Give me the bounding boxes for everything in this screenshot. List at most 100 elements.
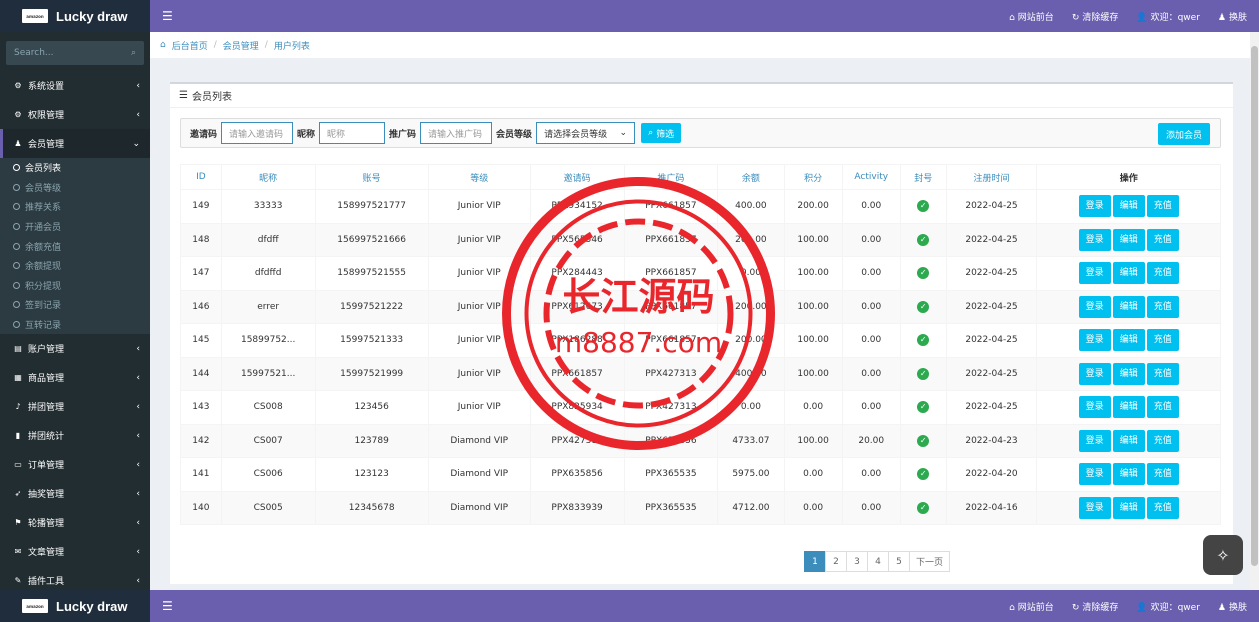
chevron-left-icon: ‹ <box>136 372 140 383</box>
submenu-item[interactable]: 开通会员 <box>0 217 150 237</box>
page-button[interactable]: 3 <box>846 551 868 572</box>
column-header[interactable]: ID <box>180 164 222 190</box>
submenu-item[interactable]: 推荐关系 <box>0 197 150 217</box>
submenu-item[interactable]: 会员列表 <box>0 158 150 178</box>
column-header[interactable]: Activity <box>841 164 901 190</box>
sidebar-item[interactable]: ▭ 订单管理 ‹ <box>0 450 150 479</box>
column-header[interactable]: 推广码 <box>623 164 719 190</box>
breadcrumb-item-members[interactable]: 会员管理 <box>223 39 259 52</box>
site-front-link[interactable]: ⌂ 网站前台 <box>1009 10 1054 23</box>
login-button[interactable]: 登录 <box>1078 329 1111 352</box>
column-header[interactable]: 积分 <box>783 164 843 190</box>
sidebar-item[interactable]: ➶ 抽奖管理 ‹ <box>0 479 150 508</box>
recharge-button[interactable]: 充值 <box>1146 329 1179 352</box>
table-cell: Junior VIP <box>427 390 531 425</box>
magic-wand-icon: ✧ <box>1216 545 1230 565</box>
sidebar-item[interactable]: ⚑ 轮播管理 ‹ <box>0 508 150 537</box>
login-button[interactable]: 登录 <box>1078 496 1111 519</box>
recharge-button[interactable]: 充值 <box>1146 228 1179 251</box>
brand-logo[interactable]: amazon Lucky draw <box>0 0 150 32</box>
edit-button[interactable]: 编辑 <box>1112 228 1145 251</box>
scrollbar-thumb[interactable] <box>1251 46 1258 566</box>
submenu-item[interactable]: 互转记录 <box>0 315 150 335</box>
recharge-button[interactable]: 充值 <box>1146 262 1179 285</box>
invite-code-input[interactable]: 请输入邀请码 <box>221 122 294 144</box>
breadcrumb-item-user-list[interactable]: 用户列表 <box>274 39 310 52</box>
login-button[interactable]: 登录 <box>1078 396 1111 419</box>
brand-logo-bottom[interactable]: amazon Lucky draw <box>0 590 150 622</box>
sidebar-item[interactable]: ▮ 拼团统计 ‹ <box>0 421 150 450</box>
user-menu[interactable]: 👤 欢迎：qwer <box>1136 600 1200 613</box>
user-menu[interactable]: 👤 欢迎：qwer <box>1136 10 1200 23</box>
sidebar-item[interactable]: ▤ 账户管理 ‹ <box>0 334 150 363</box>
edit-button[interactable]: 编辑 <box>1112 295 1145 318</box>
page-button[interactable]: 5 <box>888 551 910 572</box>
recharge-button[interactable]: 充值 <box>1146 496 1179 519</box>
clear-cache-link[interactable]: ↻ 清除缓存 <box>1072 600 1119 613</box>
status-cell: ✓ <box>899 189 947 224</box>
sidebar-item[interactable]: ▦ 商品管理 ‹ <box>0 363 150 392</box>
submenu-item[interactable]: 余额充值 <box>0 236 150 256</box>
skin-link[interactable]: ♟ 换肤 <box>1218 600 1247 613</box>
column-header[interactable]: 注册时间 <box>945 164 1038 190</box>
login-button[interactable]: 登录 <box>1078 262 1111 285</box>
recharge-button[interactable]: 充值 <box>1146 396 1179 419</box>
page-button[interactable]: 1 <box>804 551 826 572</box>
sidebar-search-input[interactable]: Search... ⌕ <box>6 41 144 65</box>
submenu-item[interactable]: 签到记录 <box>0 295 150 315</box>
column-header[interactable]: 余额 <box>717 164 785 190</box>
login-button[interactable]: 登录 <box>1078 195 1111 218</box>
clear-cache-link[interactable]: ↻ 清除缓存 <box>1072 10 1119 23</box>
magic-wand-button[interactable]: ✧ <box>1203 535 1243 575</box>
login-button[interactable]: 登录 <box>1078 429 1111 452</box>
skin-link[interactable]: ♟ 换肤 <box>1218 10 1247 23</box>
edit-button[interactable]: 编辑 <box>1112 396 1145 419</box>
column-header[interactable]: 昵称 <box>220 164 316 190</box>
bars-icon[interactable]: ☰ <box>162 599 173 613</box>
sidebar-item[interactable]: ♪ 拼团管理 ‹ <box>0 392 150 421</box>
edit-button[interactable]: 编辑 <box>1112 496 1145 519</box>
login-button[interactable]: 登录 <box>1078 463 1111 486</box>
recharge-button[interactable]: 充值 <box>1146 195 1179 218</box>
login-button[interactable]: 登录 <box>1078 295 1111 318</box>
logo-image: amazon <box>22 599 48 613</box>
page-scrollbar[interactable] <box>1250 32 1259 590</box>
sidebar-item[interactable]: ♟ 会员管理 ⌄ <box>0 129 150 158</box>
breadcrumb-item-home[interactable]: 后台首页 <box>172 39 208 52</box>
nickname-input[interactable]: 昵称 <box>319 122 386 144</box>
sidebar-item[interactable]: ⚙ 系统设置 ‹ <box>0 71 150 100</box>
add-member-button[interactable]: 添加会员 <box>1157 123 1210 145</box>
submenu-item[interactable]: 会员等级 <box>0 178 150 198</box>
recharge-button[interactable]: 充值 <box>1146 295 1179 318</box>
sidebar-item[interactable]: ⚙ 权限管理 ‹ <box>0 100 150 129</box>
filter-button[interactable]: ⌕ 筛选 <box>641 123 682 143</box>
sidebar-item[interactable]: ✉ 文章管理 ‹ <box>0 537 150 566</box>
edit-button[interactable]: 编辑 <box>1112 195 1145 218</box>
page-button[interactable]: 4 <box>867 551 889 572</box>
edit-button[interactable]: 编辑 <box>1112 329 1145 352</box>
member-level-select[interactable]: 请选择会员等级 ⌄ <box>536 122 636 144</box>
page-button[interactable]: 2 <box>825 551 847 572</box>
column-header[interactable]: 邀请码 <box>529 164 625 190</box>
sidebar-item[interactable]: ✎ 插件工具 ‹ <box>0 566 150 590</box>
submenu-item[interactable]: 余额提现 <box>0 256 150 276</box>
column-header[interactable]: 等级 <box>427 164 531 190</box>
table-cell: 15997521333 <box>314 323 429 358</box>
recharge-button[interactable]: 充值 <box>1146 429 1179 452</box>
recharge-button[interactable]: 充值 <box>1146 362 1179 385</box>
promo-code-input[interactable]: 请输入推广码 <box>420 122 493 144</box>
column-header[interactable]: 账号 <box>314 164 429 190</box>
edit-button[interactable]: 编辑 <box>1112 463 1145 486</box>
recharge-button[interactable]: 充值 <box>1146 463 1179 486</box>
table-cell: 15899752... <box>220 323 316 358</box>
bars-icon[interactable]: ☰ <box>162 9 173 23</box>
edit-button[interactable]: 编辑 <box>1112 429 1145 452</box>
submenu-item[interactable]: 积分提现 <box>0 276 150 296</box>
column-header[interactable]: 封号 <box>899 164 947 190</box>
edit-button[interactable]: 编辑 <box>1112 362 1145 385</box>
next-page-button[interactable]: 下一页 <box>909 551 951 572</box>
login-button[interactable]: 登录 <box>1078 362 1111 385</box>
edit-button[interactable]: 编辑 <box>1112 262 1145 285</box>
site-front-link[interactable]: ⌂ 网站前台 <box>1009 600 1054 613</box>
login-button[interactable]: 登录 <box>1078 228 1111 251</box>
